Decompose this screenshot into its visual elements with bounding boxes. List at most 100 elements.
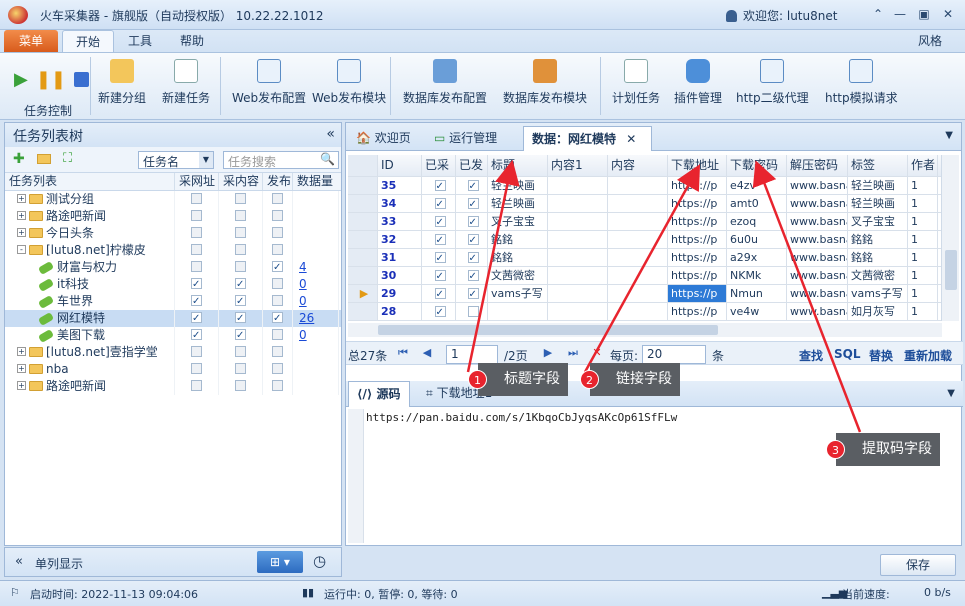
expand-toggle-icon[interactable]: + <box>17 364 26 373</box>
unzip-pwd-cell[interactable]: www.basna <box>787 285 848 302</box>
unzip-pwd-cell[interactable]: www.basna <box>787 267 848 284</box>
tree-row[interactable]: + 路途吧新闻 <box>5 378 341 395</box>
download-url-cell[interactable]: https://p <box>668 303 727 320</box>
col-collect-content[interactable]: 采内容 <box>219 173 263 190</box>
download-pwd-cell[interactable]: NKMk <box>727 267 787 284</box>
tree-row[interactable]: 美图下载 0 <box>5 327 341 344</box>
checkbox[interactable] <box>235 363 246 374</box>
tab-list-dropdown-icon[interactable]: ▼ <box>947 388 955 399</box>
id-cell[interactable]: 34 <box>378 195 422 212</box>
replace-button[interactable]: 替换 <box>869 347 893 364</box>
expand-toggle-icon[interactable]: + <box>17 194 26 203</box>
col-tag[interactable]: 标签 <box>848 155 908 176</box>
per-page-input[interactable]: 20 <box>642 345 706 364</box>
scroll-thumb[interactable] <box>945 250 957 290</box>
published-cell[interactable] <box>456 177 488 194</box>
col-content1[interactable]: 内容1 <box>548 155 608 176</box>
tag-cell[interactable]: 文茜微密 <box>848 267 908 284</box>
col-download-url[interactable]: 下载地址 <box>668 155 727 176</box>
tree-row[interactable]: + 测试分组 <box>5 191 341 208</box>
tag-cell[interactable]: 叉子宝宝 <box>848 213 908 230</box>
page-input[interactable]: 1 <box>446 345 498 364</box>
col-download-pwd[interactable]: 下载密码 <box>727 155 787 176</box>
tab-help[interactable]: 帮助 <box>172 30 212 52</box>
tag-cell[interactable]: 轻兰映画 <box>848 177 908 194</box>
checkbox[interactable] <box>272 278 283 289</box>
download-url-cell[interactable]: https://p <box>668 231 727 248</box>
content-cell[interactable] <box>608 195 668 212</box>
content-cell[interactable] <box>608 285 668 302</box>
http-simulate-button[interactable]: http模拟请求 <box>825 59 898 106</box>
checkbox[interactable] <box>191 227 202 238</box>
checkbox[interactable] <box>272 363 283 374</box>
download-pwd-cell[interactable]: 6u0u <box>727 231 787 248</box>
row-indicator[interactable] <box>348 231 378 248</box>
checkbox[interactable] <box>272 259 283 276</box>
author-cell[interactable]: 1 <box>908 303 938 320</box>
expand-all-icon[interactable]: ⛶ <box>63 151 72 166</box>
count-link[interactable]: 0 <box>299 294 307 308</box>
col-collected[interactable]: 已采 <box>422 155 456 176</box>
unzip-pwd-cell[interactable]: www.basna <box>787 249 848 266</box>
table-row[interactable]: 34轻兰映画https://pamt0www.basna轻兰映画1 <box>348 195 942 213</box>
double-chevron-left-icon[interactable]: « <box>15 554 23 569</box>
tab-menu[interactable]: 菜单 <box>4 30 58 52</box>
new-group-button[interactable]: 新建分组 <box>98 59 146 106</box>
count-link[interactable]: 0 <box>299 328 307 342</box>
first-page-icon[interactable]: ⏮ <box>396 345 410 361</box>
row-indicator[interactable] <box>348 303 378 320</box>
options-icon[interactable]: ⌃ <box>866 5 890 23</box>
col-unzip-pwd[interactable]: 解压密码 <box>787 155 848 176</box>
row-indicator[interactable] <box>348 213 378 230</box>
grid-vertical-scrollbar[interactable] <box>941 155 959 321</box>
checkbox[interactable] <box>191 363 202 374</box>
next-page-icon[interactable]: ▶ <box>541 345 555 361</box>
collapse-icon[interactable]: « <box>326 126 335 142</box>
expand-toggle-icon[interactable]: + <box>17 347 26 356</box>
id-cell[interactable]: 28 <box>378 303 422 320</box>
unzip-pwd-cell[interactable]: www.basna <box>787 231 848 248</box>
close-tab-icon[interactable]: ✕ <box>626 132 636 146</box>
title-cell[interactable] <box>488 303 548 320</box>
checkbox[interactable] <box>191 210 202 221</box>
checkbox[interactable] <box>191 193 202 204</box>
content1-cell[interactable] <box>548 303 608 320</box>
row-indicator[interactable] <box>348 177 378 194</box>
author-cell[interactable]: 1 <box>908 213 938 230</box>
play-icon[interactable]: ▶ <box>14 69 28 90</box>
checkbox[interactable] <box>235 293 246 310</box>
tree-row[interactable]: + nba <box>5 361 341 378</box>
unzip-pwd-cell[interactable]: www.basna <box>787 195 848 212</box>
maximize-button[interactable]: ▣ <box>912 5 936 23</box>
download-url-cell[interactable]: https://p <box>668 177 727 194</box>
published-cell[interactable] <box>456 303 488 320</box>
tab-source[interactable]: ⟨/⟩ 源码 <box>348 381 410 407</box>
download-pwd-cell[interactable]: Nmun <box>727 285 787 302</box>
col-count[interactable]: 数据量 <box>293 173 339 190</box>
unzip-pwd-cell[interactable]: www.basna <box>787 213 848 230</box>
checkbox[interactable] <box>191 276 202 293</box>
scroll-thumb[interactable] <box>378 325 718 335</box>
author-cell[interactable]: 1 <box>908 231 938 248</box>
title-cell[interactable]: 叉子宝宝 <box>488 213 548 230</box>
checkbox[interactable] <box>434 214 446 230</box>
row-indicator[interactable] <box>348 267 378 284</box>
task-search-input[interactable]: 任务搜索 🔍 <box>223 151 339 169</box>
add-icon[interactable]: ✚ <box>13 151 25 167</box>
download-url-cell[interactable]: https://p <box>668 249 727 266</box>
content1-cell[interactable] <box>548 177 608 194</box>
published-cell[interactable] <box>456 195 488 212</box>
checkbox[interactable] <box>434 232 446 248</box>
download-url-cell[interactable]: https://p <box>668 267 727 284</box>
author-cell[interactable]: 1 <box>908 267 938 284</box>
find-button[interactable]: 查找 <box>799 347 823 364</box>
checkbox[interactable] <box>235 210 246 221</box>
collected-cell[interactable] <box>422 267 456 284</box>
tree-row[interactable]: - [lutu8.net]柠檬皮 <box>5 242 341 259</box>
tab-data-model[interactable]: 数据：网红模特 ✕ <box>523 126 652 151</box>
close-button[interactable]: ✕ <box>936 5 960 23</box>
row-indicator[interactable] <box>348 249 378 266</box>
content-cell[interactable] <box>608 303 668 320</box>
col-content[interactable]: 内容 <box>608 155 668 176</box>
download-url-cell[interactable]: https://p <box>668 195 727 212</box>
